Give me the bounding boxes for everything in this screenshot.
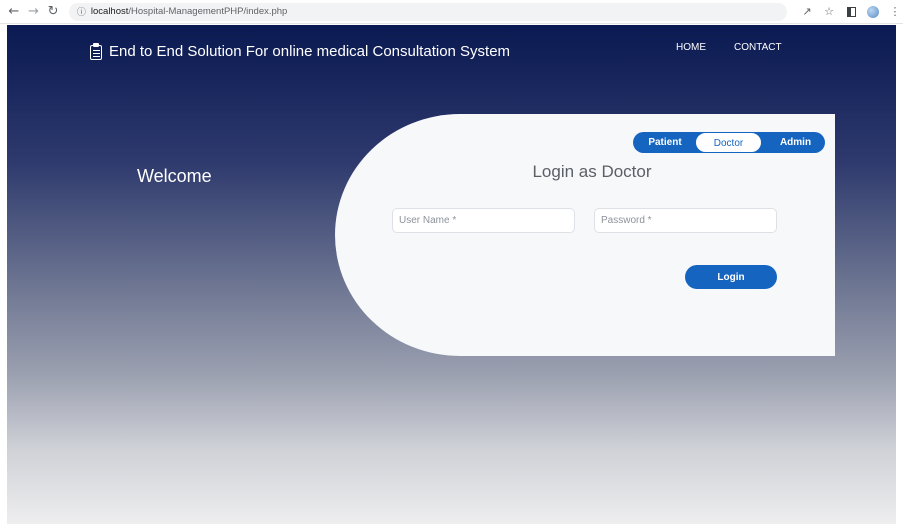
welcome-heading: Welcome (137, 166, 212, 186)
role-toggle: Patient Doctor Admin (633, 132, 825, 153)
menu-dots-icon[interactable]: ⋮ (887, 4, 903, 20)
nav-home[interactable]: HOME (676, 42, 706, 53)
clipboard-medical-icon (89, 43, 103, 60)
login-card: Patient Doctor Admin Login as Doctor Log… (335, 114, 835, 356)
side-panel-icon[interactable] (843, 4, 859, 20)
back-arrow-icon[interactable]: ← (4, 2, 24, 22)
url-path: /Hospital-ManagementPHP/index.php (128, 6, 288, 17)
password-input[interactable] (594, 208, 777, 233)
reload-icon[interactable]: ↻ (43, 2, 63, 22)
forward-arrow-icon[interactable]: → (24, 2, 44, 22)
share-icon[interactable]: ↗ (799, 4, 815, 20)
url-host: localhost (90, 6, 129, 17)
site-info-icon[interactable]: ⓘ (77, 5, 86, 18)
page-background: End to End Solution For online medical C… (7, 25, 896, 524)
site-brand[interactable]: End to End Solution For online medical C… (89, 43, 510, 60)
tab-patient[interactable]: Patient (643, 132, 687, 153)
login-title: Login as Doctor (532, 162, 652, 181)
browser-toolbar: ← → ↻ ⓘ localhost/Hospital-ManagementPHP… (0, 0, 903, 24)
tab-doctor[interactable]: Doctor (695, 132, 762, 153)
address-bar[interactable]: ⓘ localhost/Hospital-ManagementPHP/index… (68, 2, 788, 21)
address-url: localhost/Hospital-ManagementPHP/index.p… (91, 6, 287, 17)
site-title: End to End Solution For online medical C… (109, 43, 511, 60)
nav-contact[interactable]: CONTACT (734, 42, 782, 53)
login-button[interactable]: Login (685, 265, 777, 289)
extension-icon[interactable] (865, 4, 881, 20)
username-input[interactable] (392, 208, 575, 233)
bookmark-star-icon[interactable]: ☆ (821, 4, 837, 20)
tab-admin[interactable]: Admin (773, 132, 818, 153)
